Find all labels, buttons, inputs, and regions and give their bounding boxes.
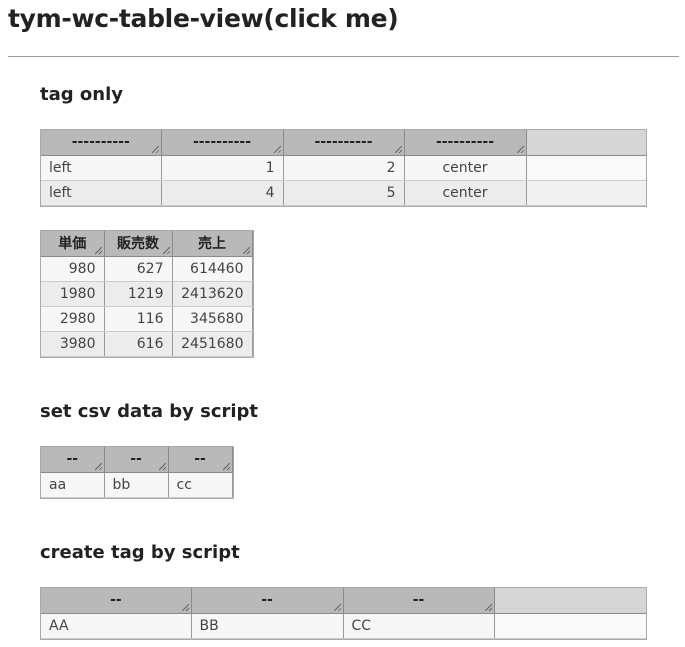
table-csv: -- -- -- aa bb cc — [40, 446, 234, 499]
resize-handle-icon[interactable] — [333, 603, 341, 611]
table-row[interactable]: left 1 2 center — [41, 155, 646, 181]
column-header[interactable]: -- — [41, 447, 105, 473]
table-cell[interactable]: 4 — [161, 180, 284, 206]
divider — [8, 56, 679, 57]
table-cell[interactable]: left — [41, 180, 162, 206]
resize-handle-icon[interactable] — [516, 145, 524, 153]
column-header[interactable]: -- — [168, 447, 233, 473]
table-cell[interactable]: aa — [41, 472, 105, 498]
table-row[interactable]: aa bb cc — [41, 472, 233, 498]
row-filler — [494, 613, 646, 639]
table-cell[interactable]: 980 — [41, 256, 105, 282]
column-header[interactable]: ---------- — [41, 130, 162, 156]
table-tag-only: ---------- ---------- ---------- -------… — [40, 129, 647, 207]
resize-handle-icon[interactable] — [94, 246, 102, 254]
table-cell[interactable]: 1219 — [104, 281, 173, 307]
table-sales: 単価 販売数 売上 980 627 614460 1980 1219 24136… — [40, 230, 254, 358]
table-row[interactable]: 2980 116 345680 — [41, 306, 253, 332]
section-heading-create-tag: create tag by script — [40, 542, 240, 563]
table-cell[interactable]: center — [404, 155, 527, 181]
table-cell[interactable]: center — [404, 180, 527, 206]
resize-handle-icon[interactable] — [151, 145, 159, 153]
table-row[interactable]: 1980 1219 2413620 — [41, 281, 253, 307]
resize-handle-icon[interactable] — [158, 462, 166, 470]
table-row[interactable]: 980 627 614460 — [41, 256, 253, 282]
table-cell[interactable]: 5 — [283, 180, 405, 206]
page-title[interactable]: tym-wc-table-view(click me) — [8, 4, 399, 33]
resize-handle-icon[interactable] — [394, 145, 402, 153]
page: tym-wc-table-view(click me) tag only ---… — [0, 0, 685, 647]
table-cell[interactable]: 2451680 — [172, 331, 253, 357]
table-row[interactable]: 3980 616 2451680 — [41, 331, 253, 357]
table-cell[interactable]: BB — [191, 613, 344, 639]
resize-handle-icon[interactable] — [162, 246, 170, 254]
column-header[interactable]: ---------- — [404, 130, 527, 156]
section-heading-tag-only: tag only — [40, 84, 123, 105]
table-cell[interactable]: 614460 — [172, 256, 253, 282]
column-header[interactable]: -- — [104, 447, 169, 473]
table-header-row: -- -- -- — [41, 447, 233, 473]
section-heading-csv: set csv data by script — [40, 401, 259, 422]
resize-handle-icon[interactable] — [484, 603, 492, 611]
table-created: -- -- -- AA BB CC — [40, 587, 647, 640]
table-cell[interactable]: 1 — [161, 155, 284, 181]
table-cell[interactable]: 627 — [104, 256, 173, 282]
column-header[interactable]: ---------- — [283, 130, 405, 156]
header-filler — [526, 130, 646, 156]
table-cell[interactable]: cc — [168, 472, 233, 498]
table-header-row: 単価 販売数 売上 — [41, 231, 253, 257]
table-row[interactable]: left 4 5 center — [41, 180, 646, 206]
table-cell[interactable]: CC — [343, 613, 495, 639]
table-header-row: -- -- -- — [41, 588, 646, 614]
column-header[interactable]: ---------- — [161, 130, 284, 156]
column-header[interactable]: 販売数 — [104, 231, 173, 257]
table-cell[interactable]: 616 — [104, 331, 173, 357]
table-cell[interactable]: 2 — [283, 155, 405, 181]
column-header[interactable]: -- — [41, 588, 192, 614]
table-cell[interactable]: 345680 — [172, 306, 253, 332]
table-cell[interactable]: 1980 — [41, 281, 105, 307]
column-header[interactable]: -- — [343, 588, 495, 614]
resize-handle-icon[interactable] — [94, 462, 102, 470]
row-filler — [526, 180, 646, 206]
table-cell[interactable]: 3980 — [41, 331, 105, 357]
table-cell[interactable]: left — [41, 155, 162, 181]
resize-handle-icon[interactable] — [222, 462, 230, 470]
resize-handle-icon[interactable] — [273, 145, 281, 153]
column-header[interactable]: 単価 — [41, 231, 105, 257]
table-cell[interactable]: 116 — [104, 306, 173, 332]
resize-handle-icon[interactable] — [181, 603, 189, 611]
table-cell[interactable]: AA — [41, 613, 192, 639]
column-header[interactable]: -- — [191, 588, 344, 614]
table-cell[interactable]: 2980 — [41, 306, 105, 332]
row-filler — [526, 155, 646, 181]
header-filler — [494, 588, 646, 614]
resize-handle-icon[interactable] — [242, 246, 250, 254]
table-row[interactable]: AA BB CC — [41, 613, 646, 639]
table-header-row: ---------- ---------- ---------- -------… — [41, 130, 646, 156]
table-cell[interactable]: bb — [104, 472, 169, 498]
column-header[interactable]: 売上 — [172, 231, 253, 257]
table-cell[interactable]: 2413620 — [172, 281, 253, 307]
